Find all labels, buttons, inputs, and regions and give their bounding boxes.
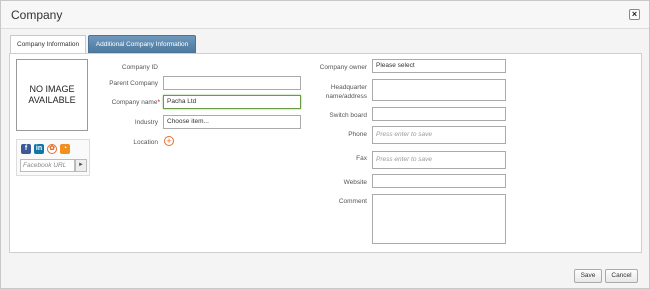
- no-image-text-line1: NO IMAGE: [29, 84, 75, 94]
- tab-additional-company-information[interactable]: Additional Company Information: [88, 35, 196, 53]
- company-owner-label: Company owner: [319, 64, 367, 71]
- company-owner-select[interactable]: Please select: [372, 59, 506, 73]
- company-name-label: Company name*: [111, 99, 160, 106]
- industry-label: Industry: [134, 119, 158, 126]
- industry-select[interactable]: Choose item...: [163, 115, 301, 129]
- company-info-panel: NO IMAGE AVAILABLE f in ✿ ◔ Facebook URL…: [9, 53, 642, 253]
- website-input[interactable]: [372, 174, 506, 188]
- headquarter-label: Headquarter name/address: [305, 83, 367, 101]
- company-id-label: Company ID: [121, 64, 158, 71]
- location-label: Location: [133, 139, 158, 146]
- website-label: Website: [343, 179, 367, 186]
- phone-input[interactable]: Press enter to save: [372, 126, 506, 144]
- switch-board-label: Switch board: [329, 112, 367, 119]
- facebook-url-input[interactable]: Facebook URL: [20, 159, 75, 172]
- save-button[interactable]: Save: [574, 269, 602, 283]
- company-name-input[interactable]: Pacha Ltd: [163, 95, 301, 109]
- no-image-text-line2: AVAILABLE: [28, 95, 76, 105]
- facebook-icon[interactable]: f: [21, 144, 31, 154]
- comment-label: Comment: [338, 198, 367, 205]
- phone-label: Phone: [348, 131, 367, 138]
- social-gear-icon[interactable]: ✿: [47, 144, 57, 154]
- switch-board-input[interactable]: [372, 107, 506, 121]
- company-dialog: Company × Company Information Additional…: [0, 0, 650, 289]
- linkedin-icon[interactable]: in: [34, 144, 44, 154]
- dialog-title: Company: [11, 8, 63, 22]
- dialog-titlebar: Company ×: [1, 1, 649, 29]
- fax-input[interactable]: Press enter to save: [372, 151, 506, 169]
- company-image-placeholder[interactable]: NO IMAGE AVAILABLE: [16, 59, 88, 131]
- fax-label: Fax: [356, 155, 367, 162]
- tab-company-information[interactable]: Company Information: [10, 35, 86, 53]
- parent-company-input[interactable]: [163, 76, 301, 90]
- parent-company-label: Parent Company: [109, 80, 158, 87]
- rss-icon[interactable]: ◔: [60, 144, 70, 154]
- cancel-button[interactable]: Cancel: [605, 269, 638, 283]
- close-icon[interactable]: ×: [629, 9, 640, 20]
- required-marker: *: [157, 99, 160, 106]
- play-icon[interactable]: ►: [75, 159, 87, 172]
- add-location-icon[interactable]: +: [164, 136, 174, 146]
- headquarter-input[interactable]: [372, 79, 506, 101]
- comment-textarea[interactable]: [372, 194, 506, 244]
- social-links-box: f in ✿ ◔ Facebook URL ►: [16, 139, 90, 176]
- headquarter-label-line2: name/address: [325, 93, 367, 100]
- headquarter-label-line1: Headquarter: [330, 84, 367, 91]
